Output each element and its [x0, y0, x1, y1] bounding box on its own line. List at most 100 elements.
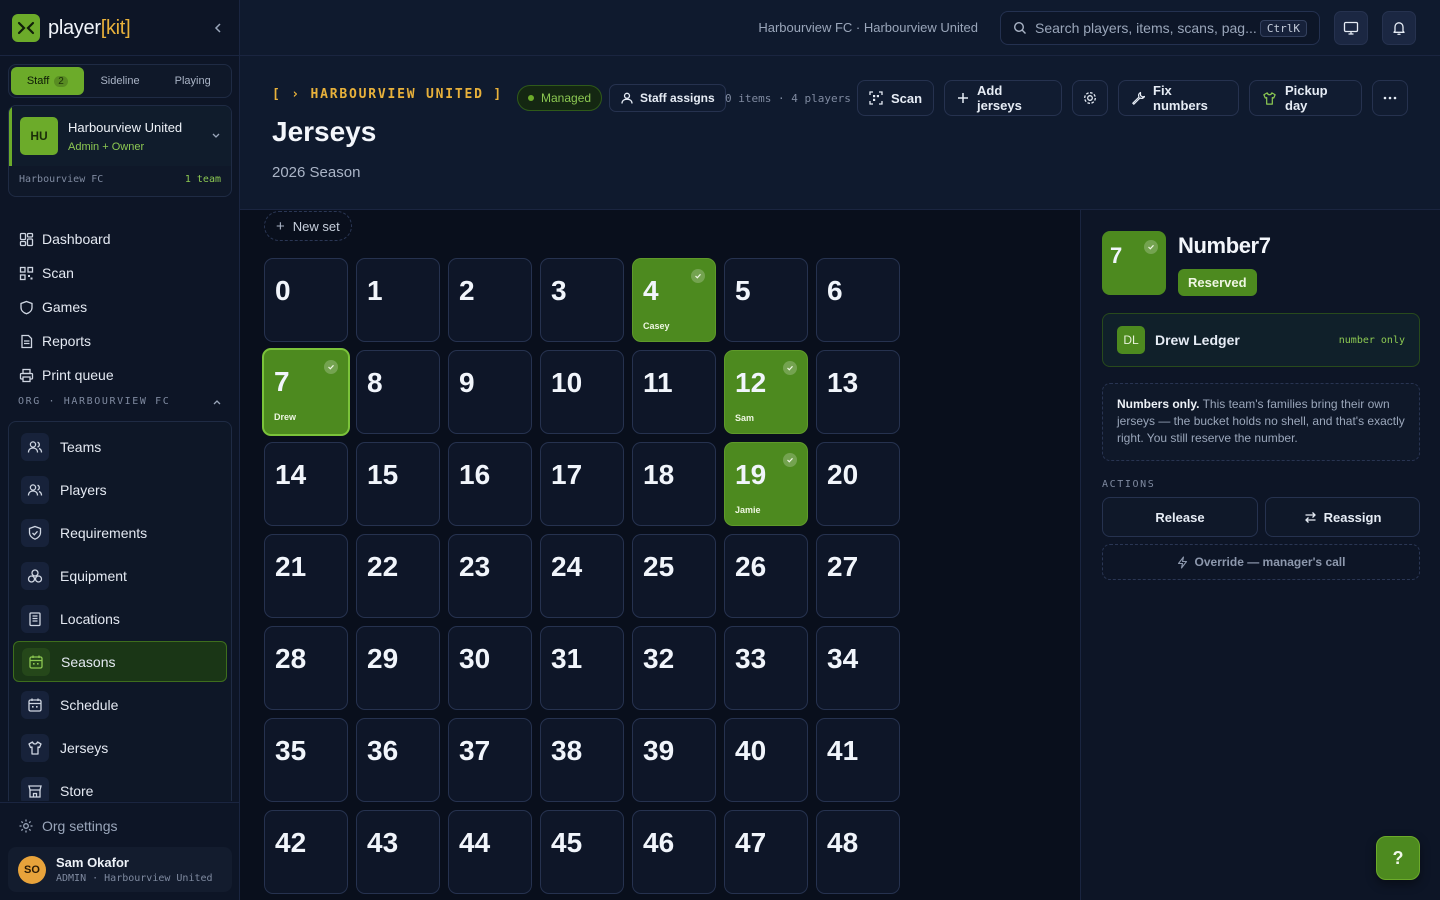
- jersey-tile-30[interactable]: 30: [448, 626, 532, 710]
- jersey-tile-17[interactable]: 17: [540, 442, 624, 526]
- jersey-tile-0[interactable]: 0: [264, 258, 348, 342]
- org-section-header[interactable]: ORG · HARBOURVIEW FC: [18, 396, 222, 407]
- jersey-tile-34[interactable]: 34: [816, 626, 900, 710]
- jersey-tile-41[interactable]: 41: [816, 718, 900, 802]
- jersey-tile-21[interactable]: 21: [264, 534, 348, 618]
- jersey-tile-9[interactable]: 9: [448, 350, 532, 434]
- nav-item-games[interactable]: Games: [8, 290, 232, 324]
- team-org-name: Harbourview FC: [19, 174, 104, 185]
- jersey-tile-20[interactable]: 20: [816, 442, 900, 526]
- team-name: Harbourview United: [68, 119, 183, 135]
- tab-playing[interactable]: Playing: [156, 67, 229, 95]
- jersey-tile-24[interactable]: 24: [540, 534, 624, 618]
- search-box[interactable]: CtrlK: [1000, 11, 1320, 45]
- help-button[interactable]: ?: [1376, 836, 1420, 880]
- jersey-tile-4[interactable]: 4 Casey: [632, 258, 716, 342]
- org-nav-item-locations[interactable]: Locations: [13, 598, 227, 639]
- user-menu[interactable]: SO Sam Okafor ADMIN · Harbourview United: [8, 847, 232, 892]
- jersey-tile-43[interactable]: 43: [356, 810, 440, 894]
- jersey-tile-3[interactable]: 3: [540, 258, 624, 342]
- team-switcher-current[interactable]: HU Harbourview United Admin + Owner: [9, 106, 231, 166]
- tab-staff[interactable]: Staff 2: [11, 67, 84, 95]
- display-mode-button[interactable]: [1334, 11, 1368, 45]
- jersey-tile-46[interactable]: 46: [632, 810, 716, 894]
- org-nav-item-seasons[interactable]: Seasons: [13, 641, 227, 682]
- pickup-day-button[interactable]: Pickup day: [1249, 80, 1362, 116]
- jersey-tile-38[interactable]: 38: [540, 718, 624, 802]
- jersey-tile-12[interactable]: 12 Sam: [724, 350, 808, 434]
- nav-item-print-queue[interactable]: Print queue: [8, 358, 232, 392]
- org-nav-item-equipment[interactable]: Equipment: [13, 555, 227, 596]
- org-nav-item-schedule[interactable]: Schedule: [13, 684, 227, 725]
- staff-assigns-button[interactable]: Staff assigns: [609, 84, 726, 112]
- jersey-tile-26[interactable]: 26: [724, 534, 808, 618]
- jersey-tile-8[interactable]: 8: [356, 350, 440, 434]
- jersey-holder-name: Sam: [735, 413, 755, 423]
- add-jerseys-button[interactable]: Add jerseys: [944, 80, 1062, 116]
- jersey-tile-29[interactable]: 29: [356, 626, 440, 710]
- jersey-tile-number: 33: [735, 643, 767, 674]
- jersey-tile-23[interactable]: 23: [448, 534, 532, 618]
- scan-button[interactable]: Scan: [857, 80, 934, 116]
- jersey-tile-5[interactable]: 5: [724, 258, 808, 342]
- jersey-tile-35[interactable]: 35: [264, 718, 348, 802]
- jersey-tile-47[interactable]: 47: [724, 810, 808, 894]
- nav-label: Games: [42, 299, 88, 315]
- org-settings-link[interactable]: Org settings: [18, 818, 117, 834]
- release-button[interactable]: Release: [1102, 497, 1258, 537]
- jersey-tile-31[interactable]: 31: [540, 626, 624, 710]
- holder-card[interactable]: DL Drew Ledger number only: [1102, 313, 1420, 367]
- notifications-button[interactable]: [1382, 11, 1416, 45]
- jersey-tile-10[interactable]: 10: [540, 350, 624, 434]
- more-options-button[interactable]: [1372, 80, 1408, 116]
- org-nav-item-store[interactable]: Store: [13, 770, 227, 801]
- jersey-tile-39[interactable]: 39: [632, 718, 716, 802]
- nav-item-dashboard[interactable]: Dashboard: [8, 222, 232, 256]
- org-nav-item-players[interactable]: Players: [13, 469, 227, 510]
- jersey-tile-15[interactable]: 15: [356, 442, 440, 526]
- jersey-tile-33[interactable]: 33: [724, 626, 808, 710]
- team-switcher[interactable]: HU Harbourview United Admin + Owner Harb…: [8, 105, 232, 197]
- jersey-tile-36[interactable]: 36: [356, 718, 440, 802]
- jersey-tile-37[interactable]: 37: [448, 718, 532, 802]
- nav-item-scan[interactable]: Scan: [8, 256, 232, 290]
- nav-item-reports[interactable]: Reports: [8, 324, 232, 358]
- jersey-tile-27[interactable]: 27: [816, 534, 900, 618]
- settings-button[interactable]: [1072, 80, 1108, 116]
- jersey-tile-28[interactable]: 28: [264, 626, 348, 710]
- jersey-tile-18[interactable]: 18: [632, 442, 716, 526]
- jersey-tile-2[interactable]: 2: [448, 258, 532, 342]
- team-avatar: HU: [20, 117, 58, 155]
- tab-sideline[interactable]: Sideline: [84, 67, 157, 95]
- jersey-tile-44[interactable]: 44: [448, 810, 532, 894]
- chevron-down-icon: [212, 133, 220, 138]
- logo-text[interactable]: player[kit]: [48, 17, 131, 40]
- new-set-button[interactable]: + New set: [264, 211, 352, 241]
- collapse-sidebar-button[interactable]: [208, 18, 228, 38]
- org-nav-item-jerseys[interactable]: Jerseys: [13, 727, 227, 768]
- jersey-tile-6[interactable]: 6: [816, 258, 900, 342]
- jersey-tile-19[interactable]: 19 Jamie: [724, 442, 808, 526]
- reassign-label: Reassign: [1323, 509, 1382, 525]
- jersey-tile-16[interactable]: 16: [448, 442, 532, 526]
- org-nav-item-requirements[interactable]: Requirements: [13, 512, 227, 553]
- jersey-tile-11[interactable]: 11: [632, 350, 716, 434]
- jersey-tile-45[interactable]: 45: [540, 810, 624, 894]
- reassign-button[interactable]: Reassign: [1265, 497, 1420, 537]
- jersey-tile-48[interactable]: 48: [816, 810, 900, 894]
- fix-numbers-button[interactable]: Fix numbers: [1118, 80, 1239, 116]
- jersey-tile-1[interactable]: 1: [356, 258, 440, 342]
- jersey-tile-14[interactable]: 14: [264, 442, 348, 526]
- override-button[interactable]: Override — manager's call: [1102, 544, 1420, 580]
- jersey-tile-40[interactable]: 40: [724, 718, 808, 802]
- org-nav-item-teams[interactable]: Teams: [13, 426, 227, 467]
- jersey-tile-7[interactable]: 7 Drew: [262, 348, 350, 436]
- jersey-tile-22[interactable]: 22: [356, 534, 440, 618]
- jersey-holder-name: Drew: [274, 412, 297, 422]
- search-input[interactable]: [1035, 20, 1260, 36]
- jersey-tile-25[interactable]: 25: [632, 534, 716, 618]
- jersey-tile-42[interactable]: 42: [264, 810, 348, 894]
- jersey-tile-32[interactable]: 32: [632, 626, 716, 710]
- jersey-tile-13[interactable]: 13: [816, 350, 900, 434]
- breadcrumb[interactable]: Harbourview FC · Harbourview United: [758, 20, 978, 35]
